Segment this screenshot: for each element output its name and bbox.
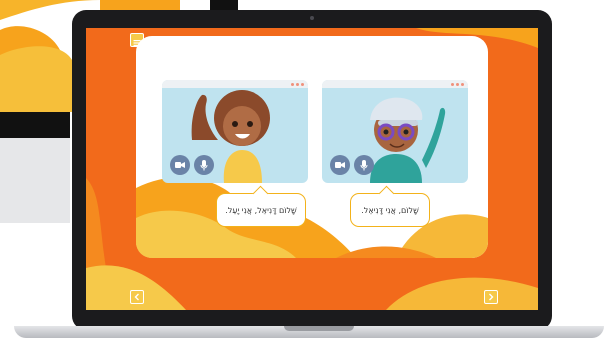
- previous-page-button[interactable]: [130, 290, 144, 304]
- video-camera-icon: [175, 162, 185, 168]
- microphone-icon: [360, 159, 368, 170]
- chevron-left-icon: [134, 293, 139, 301]
- lesson-card: שָׁלוֹם דָּנִיאֵל, אֲנִי יָעֵל. שָׁלוֹם,…: [136, 36, 488, 258]
- laptop-base: [14, 326, 604, 338]
- video-camera-icon: [335, 162, 345, 168]
- background-block: [0, 112, 70, 138]
- speech-text: שָׁלוֹם דָּנִיאֵל, אֲנִי יָעֵל.: [225, 205, 297, 215]
- camera-toggle-button[interactable]: [170, 155, 190, 175]
- video-tile-girl: [162, 80, 308, 183]
- microphone-icon: [200, 159, 208, 170]
- next-page-button[interactable]: [484, 290, 498, 304]
- laptop-notch: [284, 326, 354, 331]
- speech-bubble-girl: שָׁלוֹם דָּנִיאֵל, אֲנִי יָעֵל.: [216, 185, 306, 227]
- camera-toggle-button[interactable]: [330, 155, 350, 175]
- mic-toggle-button[interactable]: [194, 155, 214, 175]
- speech-text: שָׁלוֹם, אֲנִי דָּנִיאֵל.: [361, 205, 419, 215]
- laptop-screen: שָׁלוֹם דָּנִיאֵל, אֲנִי יָעֵל. שָׁלוֹם,…: [86, 28, 538, 310]
- background-block: [0, 138, 70, 223]
- speech-bubble-boy: שָׁלוֹם, אֲנִי דָּנִיאֵל.: [350, 185, 430, 227]
- webcam-icon: [310, 16, 314, 20]
- video-tile-boy: [322, 80, 468, 183]
- mic-toggle-button[interactable]: [354, 155, 374, 175]
- chevron-right-icon: [489, 293, 494, 301]
